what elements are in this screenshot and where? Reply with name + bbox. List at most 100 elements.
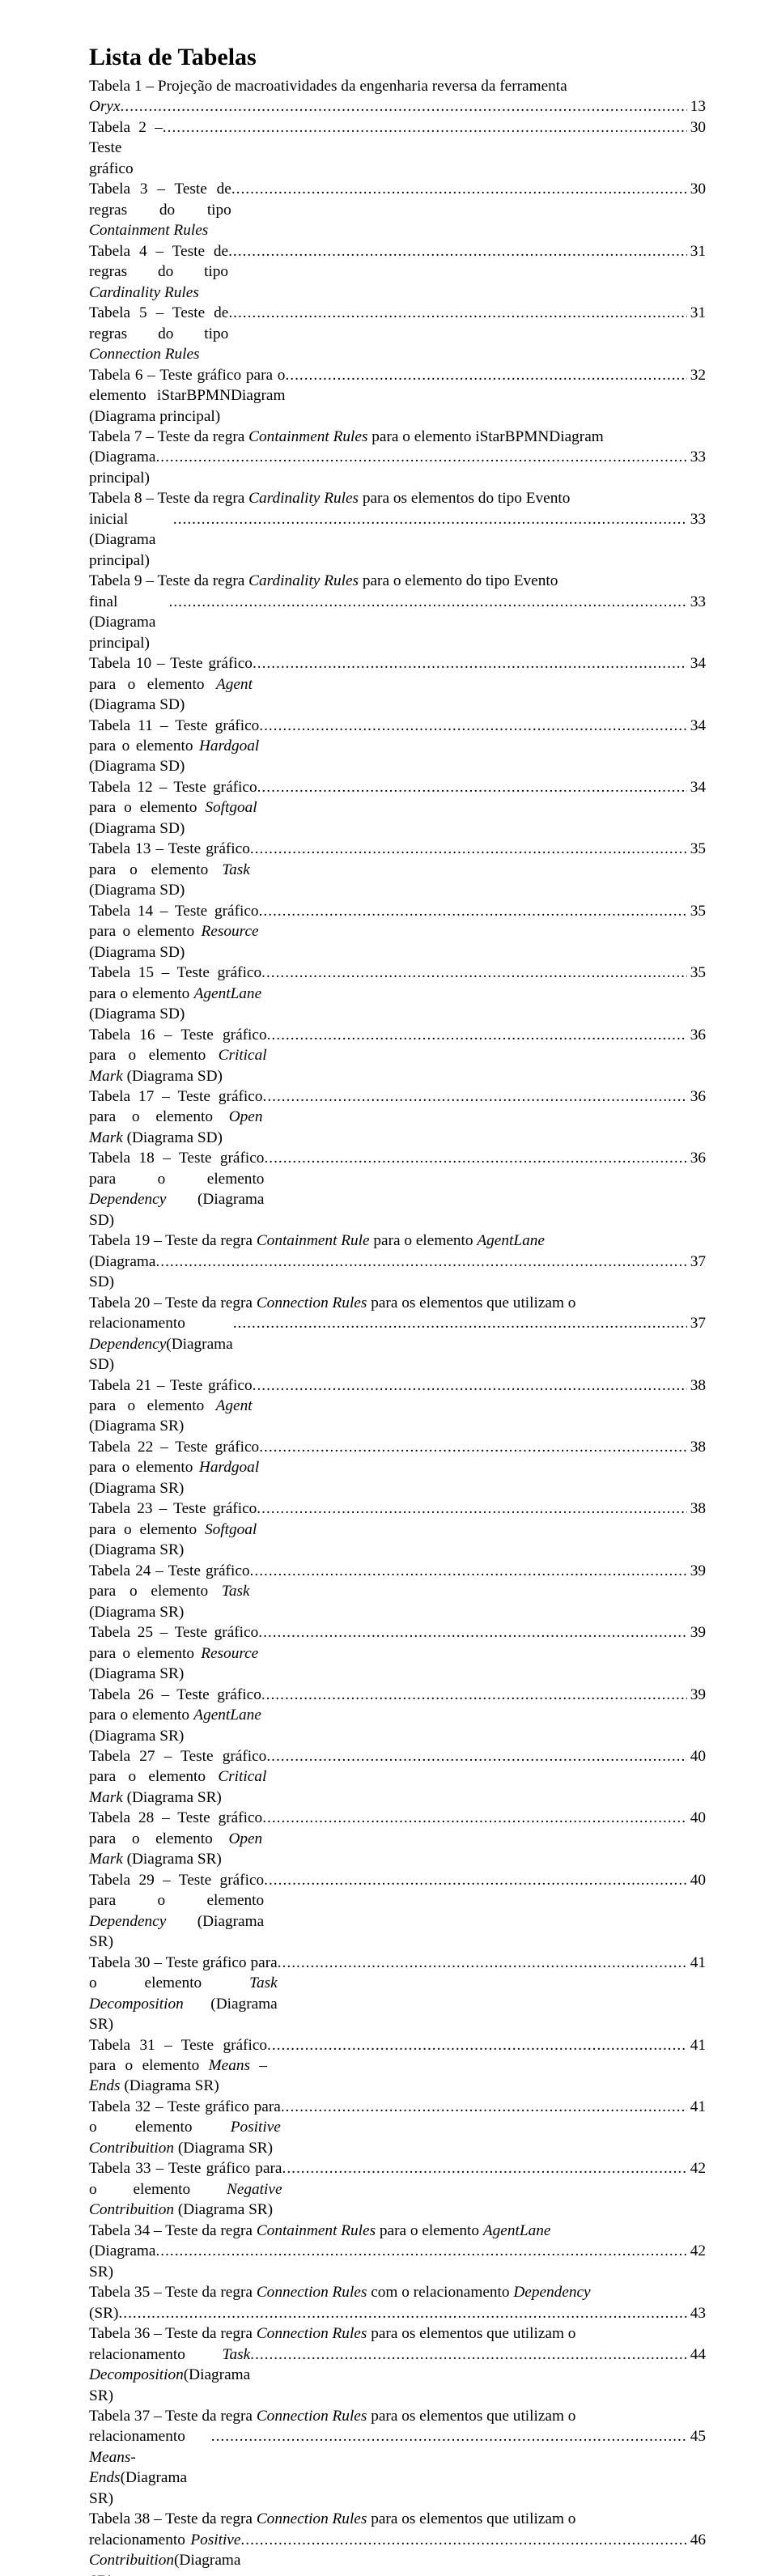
toc-entry: Tabela 34 – Teste da regra Containment R… — [89, 2221, 706, 2282]
toc-entry: Tabela 1 – Projeção de macroatividades d… — [89, 76, 706, 117]
toc-entry-text: Tabela 31 – Teste gráfico para o element… — [89, 2035, 267, 2097]
toc-entry-page: 39 — [687, 1685, 706, 1705]
toc-entry-text: Tabela 37 – Teste da regra Connection Ru… — [89, 2406, 706, 2426]
leader-dots — [228, 303, 686, 323]
leader-dots — [250, 839, 687, 859]
toc-entry: Tabela 32 – Teste gráfico para o element… — [89, 2097, 706, 2158]
toc-entry: Tabela 33 – Teste gráfico para o element… — [89, 2158, 706, 2220]
toc-entry-page: 33 — [687, 592, 706, 612]
leader-dots — [231, 179, 687, 199]
leader-dots — [267, 1025, 687, 1045]
toc-entry-page: 35 — [687, 963, 706, 983]
leader-dots — [118, 2303, 686, 2323]
leader-dots — [163, 117, 687, 138]
toc-entry-text-tail: relacionamento Dependency(Diagrama SD) — [89, 1313, 233, 1375]
toc-entry: Tabela 36 – Teste da regra Connection Ru… — [89, 2323, 706, 2406]
leader-dots — [266, 1746, 686, 1766]
leader-dots — [267, 2035, 687, 2055]
leader-dots — [253, 1375, 687, 1396]
toc-entry: Tabela 2 – Teste gráfico 30 — [89, 117, 706, 179]
toc-entry-page: 40 — [687, 1808, 706, 1828]
leader-dots — [285, 365, 686, 385]
toc-entry-page: 41 — [687, 2035, 706, 2055]
toc-entry: Tabela 25 – Teste gráfico para o element… — [89, 1622, 706, 1684]
toc-entry: Tabela 27 – Teste gráfico para o element… — [89, 1746, 706, 1808]
toc-entry-text: Tabela 7 – Teste da regra Containment Ru… — [89, 427, 706, 447]
leader-dots — [250, 2344, 687, 2365]
toc-entry-text-tail: (Diagrama SD) — [89, 1252, 155, 1293]
toc-entry: Tabela 5 – Teste de regras do tipo Conne… — [89, 303, 706, 364]
leader-dots — [261, 1685, 687, 1705]
toc-entry-page: 33 — [687, 447, 706, 467]
toc-entry: Tabela 10 – Teste gráfico para o element… — [89, 653, 706, 715]
toc-entry-text: Tabela 6 – Teste gráfico para o elemento… — [89, 365, 285, 427]
toc-entry: Tabela 19 – Teste da regra Containment R… — [89, 1231, 706, 1292]
toc-entry-text: Tabela 23 – Teste gráfico para o element… — [89, 1498, 257, 1560]
toc-entry-text: Tabela 3 – Teste de regras do tipo Conta… — [89, 179, 231, 240]
leader-dots — [155, 447, 686, 467]
toc-entry: Tabela 35 – Teste da regra Connection Ru… — [89, 2282, 706, 2323]
toc-entry-page: 36 — [687, 1025, 706, 1045]
toc-entry-text: Tabela 21 – Teste gráfico para o element… — [89, 1375, 253, 1437]
toc-entry-page: 37 — [687, 1252, 706, 1272]
toc-entry-text-tail: relacionamento Positive Contribuition(Di… — [89, 2530, 240, 2576]
leader-dots — [211, 2426, 687, 2446]
toc-entry: Tabela 28 – Teste gráfico para o element… — [89, 1808, 706, 1869]
toc-entry-page: 36 — [687, 1086, 706, 1107]
toc-entry: Tabela 13 – Teste gráfico para o element… — [89, 839, 706, 900]
toc-entry-text: Tabela 10 – Teste gráfico para o element… — [89, 653, 253, 715]
leader-dots — [228, 241, 687, 261]
toc-entry-page: 43 — [687, 2303, 706, 2323]
toc-entry-text: Tabela 2 – Teste gráfico — [89, 117, 163, 179]
toc-entry-text-tail: relacionamento Task Decomposition(Diagra… — [89, 2344, 250, 2406]
toc-entry-text: Tabela 27 – Teste gráfico para o element… — [89, 1746, 266, 1808]
toc-entry-text: Tabela 29 – Teste gráfico para o element… — [89, 1870, 264, 1953]
toc-entry-text-tail: final (Diagrama principal) — [89, 592, 169, 653]
toc-entry-text: Tabela 30 – Teste gráfico para o element… — [89, 1953, 278, 2035]
toc-entry: Tabela 8 – Teste da regra Cardinality Ru… — [89, 488, 706, 571]
leader-dots — [259, 901, 687, 921]
leader-dots — [253, 653, 687, 674]
leader-dots — [282, 2158, 687, 2179]
toc-entry: Tabela 38 – Teste da regra Connection Ru… — [89, 2509, 706, 2576]
toc-entry-page: 32 — [687, 365, 706, 385]
leader-dots — [259, 1437, 687, 1457]
leader-dots — [257, 1498, 686, 1519]
toc-entry-page: 36 — [687, 1148, 706, 1168]
toc-entry-text: Tabela 9 – Teste da regra Cardinality Ru… — [89, 571, 706, 591]
toc-entry-text: Tabela 34 – Teste da regra Containment R… — [89, 2221, 706, 2241]
leader-dots — [261, 963, 687, 983]
leader-dots — [259, 716, 686, 736]
toc-entry-text: Tabela 20 – Teste da regra Connection Ru… — [89, 1293, 706, 1313]
toc-entry-text: Tabela 24 – Teste gráfico para o element… — [89, 1561, 250, 1622]
toc-entry: Tabela 16 – Teste gráfico para o element… — [89, 1025, 706, 1086]
toc-entry-page: 34 — [687, 653, 706, 674]
leader-dots — [250, 1561, 687, 1581]
toc-entry-text: Tabela 35 – Teste da regra Connection Ru… — [89, 2282, 706, 2302]
toc-entry-text-tail: (SR) — [89, 2303, 118, 2323]
toc-entry-page: 41 — [687, 1953, 706, 1973]
toc-entry-page: 45 — [687, 2426, 706, 2446]
toc-entry-page: 31 — [687, 303, 706, 323]
toc-entry-text: Tabela 25 – Teste gráfico para o element… — [89, 1622, 258, 1684]
toc-entry-text: Tabela 38 – Teste da regra Connection Ru… — [89, 2509, 706, 2529]
toc-entry-page: 34 — [687, 716, 706, 736]
leader-dots — [155, 1252, 686, 1272]
toc-entry-text: Tabela 5 – Teste de regras do tipo Conne… — [89, 303, 228, 364]
toc-entry: Tabela 7 – Teste da regra Containment Ru… — [89, 427, 706, 488]
toc-entry: Tabela 22 – Teste gráfico para o element… — [89, 1437, 706, 1498]
leader-dots — [240, 2530, 686, 2550]
leader-dots — [264, 1870, 687, 1890]
toc-entry-page: 37 — [687, 1313, 706, 1333]
leader-dots — [278, 1953, 687, 1973]
leader-dots — [169, 592, 687, 612]
toc-entry-page: 35 — [687, 839, 706, 859]
toc-entry-page: 30 — [687, 179, 706, 199]
toc-entries: Tabela 1 – Projeção de macroatividades d… — [89, 76, 706, 2576]
toc-entry-page: 39 — [687, 1561, 706, 1581]
toc-entry-text: Tabela 19 – Teste da regra Containment R… — [89, 1231, 706, 1251]
toc-entry-page: 30 — [687, 117, 706, 138]
toc-entry: Tabela 37 – Teste da regra Connection Ru… — [89, 2406, 706, 2509]
toc-entry-page: 46 — [687, 2530, 706, 2550]
toc-entry: Tabela 4 – Teste de regras do tipo Cardi… — [89, 241, 706, 303]
